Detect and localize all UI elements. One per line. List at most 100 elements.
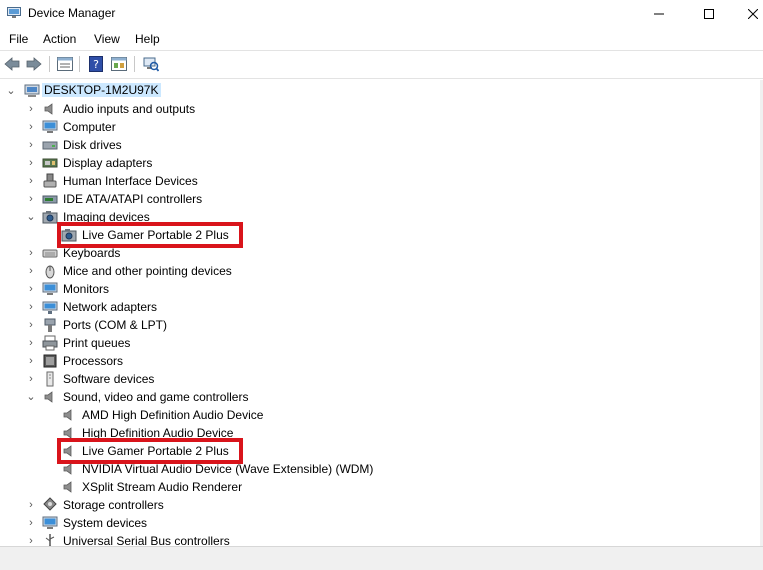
tree-device-label: XSplit Stream Audio Renderer bbox=[82, 480, 243, 494]
tree-category-row[interactable]: › Ports (COM & LPT) bbox=[0, 316, 763, 334]
menu-file[interactable]: File bbox=[9, 32, 28, 46]
tree-device-row[interactable]: XSplit Stream Audio Renderer bbox=[0, 478, 763, 496]
tree-category-label: Processors bbox=[63, 354, 124, 368]
close-icon bbox=[748, 9, 758, 19]
tree-category-label: Software devices bbox=[63, 372, 155, 386]
port-icon bbox=[44, 318, 56, 332]
expand-chevron-icon[interactable]: › bbox=[26, 356, 36, 367]
forward-button[interactable] bbox=[25, 55, 43, 73]
speaker-icon bbox=[63, 463, 72, 475]
speaker-icon bbox=[44, 103, 53, 115]
minimize-icon bbox=[654, 13, 664, 15]
tree-category-row[interactable]: › Computer bbox=[0, 118, 763, 136]
tree-category-label: System devices bbox=[63, 516, 148, 530]
tree-category-label: Keyboards bbox=[63, 246, 121, 260]
help-icon: ? bbox=[89, 56, 103, 72]
window-title: Device Manager bbox=[28, 6, 116, 20]
scan-hardware-button[interactable] bbox=[142, 55, 160, 73]
expand-chevron-icon[interactable]: › bbox=[26, 158, 36, 169]
tree-category-row[interactable]: › Disk drives bbox=[0, 136, 763, 154]
computer-icon bbox=[24, 84, 40, 97]
tree-category-label: Storage controllers bbox=[63, 498, 164, 512]
menu-bar: File Action View Help bbox=[0, 29, 763, 49]
expand-chevron-icon[interactable]: › bbox=[26, 248, 36, 259]
monitor-icon bbox=[42, 516, 58, 529]
expand-chevron-icon[interactable]: › bbox=[26, 176, 36, 187]
tree-category-row[interactable]: › Network adapters bbox=[0, 298, 763, 316]
tree-category-label: Human Interface Devices bbox=[63, 174, 198, 188]
device-manager-icon bbox=[7, 7, 21, 18]
expand-chevron-icon[interactable]: › bbox=[26, 122, 36, 133]
expand-chevron-icon[interactable]: › bbox=[26, 140, 36, 151]
expand-chevron-icon[interactable]: › bbox=[26, 536, 36, 547]
tree-device-row[interactable]: NVIDIA Virtual Audio Device (Wave Extens… bbox=[0, 460, 763, 478]
tree-category-label: Audio inputs and outputs bbox=[63, 102, 196, 116]
tree-category-row[interactable]: › Audio inputs and outputs bbox=[0, 100, 763, 118]
keyboard-icon bbox=[42, 249, 58, 258]
display-adapter-icon bbox=[42, 158, 58, 168]
expand-chevron-icon[interactable]: › bbox=[26, 284, 36, 295]
back-button[interactable] bbox=[3, 55, 21, 73]
resources-icon bbox=[111, 57, 127, 71]
expand-chevron-icon[interactable]: › bbox=[26, 518, 36, 529]
toolbar: ? bbox=[0, 51, 763, 77]
tree-category-row[interactable]: › Display adapters bbox=[0, 154, 763, 172]
status-bar bbox=[0, 546, 763, 570]
tree-category-label: Display adapters bbox=[63, 156, 153, 170]
svg-text:?: ? bbox=[93, 58, 99, 71]
toolbar-divider bbox=[79, 56, 80, 72]
tree-category-row[interactable]: › Human Interface Devices bbox=[0, 172, 763, 190]
tree-category-label: IDE ATA/ATAPI controllers bbox=[63, 192, 203, 206]
forward-arrow-icon bbox=[26, 57, 42, 71]
tree-category-row[interactable]: › System devices bbox=[0, 514, 763, 532]
resources-view-button[interactable] bbox=[110, 55, 128, 73]
menu-action[interactable]: Action bbox=[43, 32, 76, 46]
tree-category-row[interactable]: ⌄ Sound, video and game controllers bbox=[0, 388, 763, 406]
minimize-button[interactable] bbox=[636, 0, 682, 28]
processor-icon bbox=[43, 354, 57, 368]
tree-category-row[interactable]: › Software devices bbox=[0, 370, 763, 388]
tree-category-label: Monitors bbox=[63, 282, 110, 296]
camera-icon bbox=[42, 211, 58, 224]
device-tree: ⌄ DESKTOP-1M2U97K › Audio inputs and outp… bbox=[0, 80, 763, 546]
tree-category-label: Universal Serial Bus controllers bbox=[63, 534, 230, 546]
back-arrow-icon bbox=[4, 57, 20, 71]
tree-category-label: Computer bbox=[63, 120, 116, 134]
properties-view-button[interactable] bbox=[56, 55, 74, 73]
tree-category-row[interactable]: › Keyboards bbox=[0, 244, 763, 262]
network-adapter-icon bbox=[42, 301, 58, 314]
expand-chevron-icon[interactable]: › bbox=[26, 374, 36, 385]
tree-category-label: Ports (COM & LPT) bbox=[63, 318, 168, 332]
toolbar-divider bbox=[49, 56, 50, 72]
collapse-chevron-icon[interactable]: ⌄ bbox=[26, 212, 36, 223]
tree-root-row[interactable]: ⌄ DESKTOP-1M2U97K bbox=[0, 82, 763, 100]
expand-chevron-icon[interactable]: › bbox=[26, 320, 36, 331]
tree-category-row[interactable]: › IDE ATA/ATAPI controllers bbox=[0, 190, 763, 208]
toolbar-divider bbox=[134, 56, 135, 72]
tree-category-row[interactable]: › Monitors bbox=[0, 280, 763, 298]
scan-hardware-icon bbox=[143, 57, 159, 72]
printer-icon bbox=[42, 335, 58, 351]
menu-view[interactable]: View bbox=[94, 32, 120, 46]
tree-category-row[interactable]: › Print queues bbox=[0, 334, 763, 352]
tree-device-label: AMD High Definition Audio Device bbox=[82, 408, 264, 422]
software-device-icon bbox=[46, 371, 54, 387]
expand-chevron-icon[interactable]: › bbox=[26, 500, 36, 511]
collapse-chevron-icon[interactable]: ⌄ bbox=[26, 392, 36, 403]
tree-device-row[interactable]: AMD High Definition Audio Device bbox=[0, 406, 763, 424]
tree-category-row[interactable]: › Processors bbox=[0, 352, 763, 370]
monitor-icon bbox=[42, 282, 58, 295]
help-button[interactable]: ? bbox=[87, 55, 105, 73]
tree-category-row[interactable]: › Universal Serial Bus controllers bbox=[0, 532, 763, 546]
expand-chevron-icon[interactable]: › bbox=[26, 194, 36, 205]
tree-category-row[interactable]: › Storage controllers bbox=[0, 496, 763, 514]
expand-chevron-icon[interactable]: › bbox=[26, 104, 36, 115]
expand-chevron-icon[interactable]: › bbox=[26, 302, 36, 313]
close-button[interactable] bbox=[730, 0, 763, 28]
menu-help[interactable]: Help bbox=[135, 32, 160, 46]
expand-chevron-icon[interactable]: › bbox=[26, 338, 36, 349]
tree-category-row[interactable]: › Mice and other pointing devices bbox=[0, 262, 763, 280]
collapse-chevron-icon[interactable]: ⌄ bbox=[6, 86, 16, 97]
expand-chevron-icon[interactable]: › bbox=[26, 266, 36, 277]
maximize-button[interactable] bbox=[686, 0, 732, 28]
